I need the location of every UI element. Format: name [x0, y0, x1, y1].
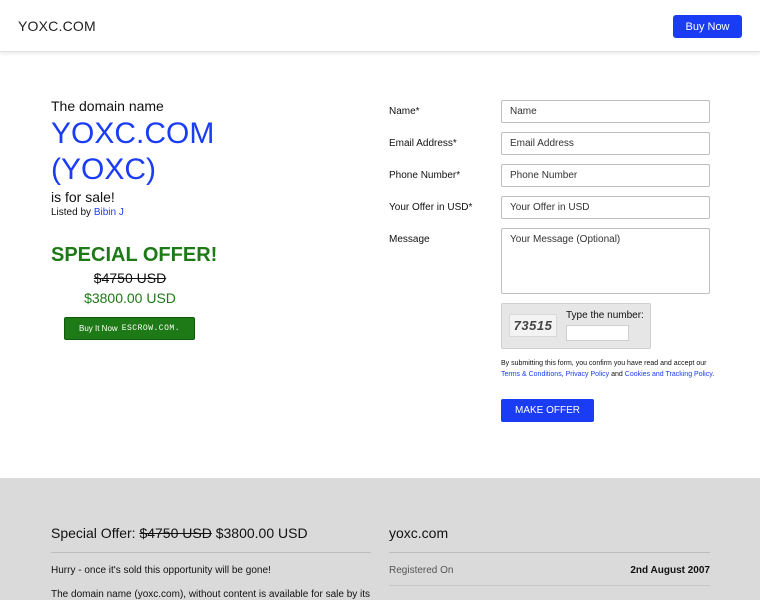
offer-input[interactable] — [501, 196, 710, 219]
footer-domain: yoxc.com — [389, 525, 449, 541]
special-offer-block: SPECIAL OFFER! $4750 USD $3800.00 USD — [51, 244, 218, 306]
consent-before: By submitting this form, you confirm you… — [501, 360, 707, 367]
consent-and: and — [611, 371, 623, 378]
email-input[interactable] — [501, 132, 710, 155]
special-offer-heading: SPECIAL OFFER! — [51, 244, 218, 266]
domain-short: (YOXC) — [51, 153, 156, 186]
site-logo[interactable]: YOXC.COM — [18, 18, 96, 34]
new-price: $3800.00 USD — [84, 290, 176, 306]
listed-by-prefix: Listed by — [51, 207, 92, 218]
escrow-button-prefix: Buy It Now — [79, 324, 118, 333]
name-input[interactable] — [501, 100, 710, 123]
registered-on-value: 2nd August 2007 — [630, 565, 710, 576]
email-label: Email Address* — [389, 138, 457, 149]
captcha-input[interactable] — [566, 325, 629, 341]
consent-end: . — [712, 371, 715, 378]
listed-by: Listed by Bibin J — [51, 207, 351, 218]
for-sale-text: is for sale! — [51, 189, 115, 205]
privacy-link[interactable]: Privacy Policy — [566, 371, 610, 378]
consent-comma: , — [561, 371, 564, 378]
offer-label: Your Offer in USD* — [389, 202, 473, 213]
footer-divider-right — [389, 552, 710, 553]
listing-info: The domain name YOXC.COM (YOXC) is for s… — [51, 98, 351, 218]
seller-link[interactable]: Bibin J — [94, 207, 124, 218]
cookies-link[interactable]: Cookies and Tracking Policy — [625, 371, 712, 378]
footer-offer: Special Offer: $4750 USD $3800.00 USD — [51, 525, 308, 541]
captcha-image: 73515 — [509, 314, 557, 337]
escrow-buy-button[interactable]: Buy It Now ESCROW.COM. — [64, 317, 195, 340]
footer-section: Special Offer: $4750 USD $3800.00 USD Hu… — [0, 478, 760, 600]
footer-old-price: $4750 USD — [139, 525, 212, 541]
terms-link[interactable]: Terms & Conditions — [501, 371, 562, 378]
footer-description: The domain name (yoxc.com), without cont… — [51, 589, 371, 600]
message-label: Message — [389, 234, 430, 245]
old-price: $4750 USD — [93, 270, 167, 286]
message-textarea[interactable] — [501, 228, 710, 294]
site-header: YOXC.COM Buy Now — [0, 0, 760, 52]
footer-hurry-text: Hurry - once it's sold this opportunity … — [51, 565, 271, 576]
domain-name: YOXC.COM — [51, 117, 215, 150]
domain-intro: The domain name — [51, 98, 164, 114]
footer-offer-prefix: Special Offer: — [51, 525, 136, 541]
registered-on-label: Registered On — [389, 565, 454, 576]
footer-divider-right-2 — [389, 585, 710, 586]
phone-input[interactable] — [501, 164, 710, 187]
footer-divider-left — [51, 552, 371, 553]
captcha-box: 73515 Type the number: — [501, 303, 651, 349]
footer-new-price: $3800.00 USD — [215, 525, 308, 541]
make-offer-button[interactable]: MAKE OFFER — [501, 399, 594, 422]
phone-label: Phone Number* — [389, 170, 461, 181]
escrow-brand: ESCROW.COM. — [121, 324, 180, 333]
name-label: Name* — [389, 106, 420, 117]
buy-now-button[interactable]: Buy Now — [673, 15, 742, 38]
captcha-label: Type the number: — [566, 310, 644, 321]
consent-text: By submitting this form, you confirm you… — [501, 358, 716, 380]
